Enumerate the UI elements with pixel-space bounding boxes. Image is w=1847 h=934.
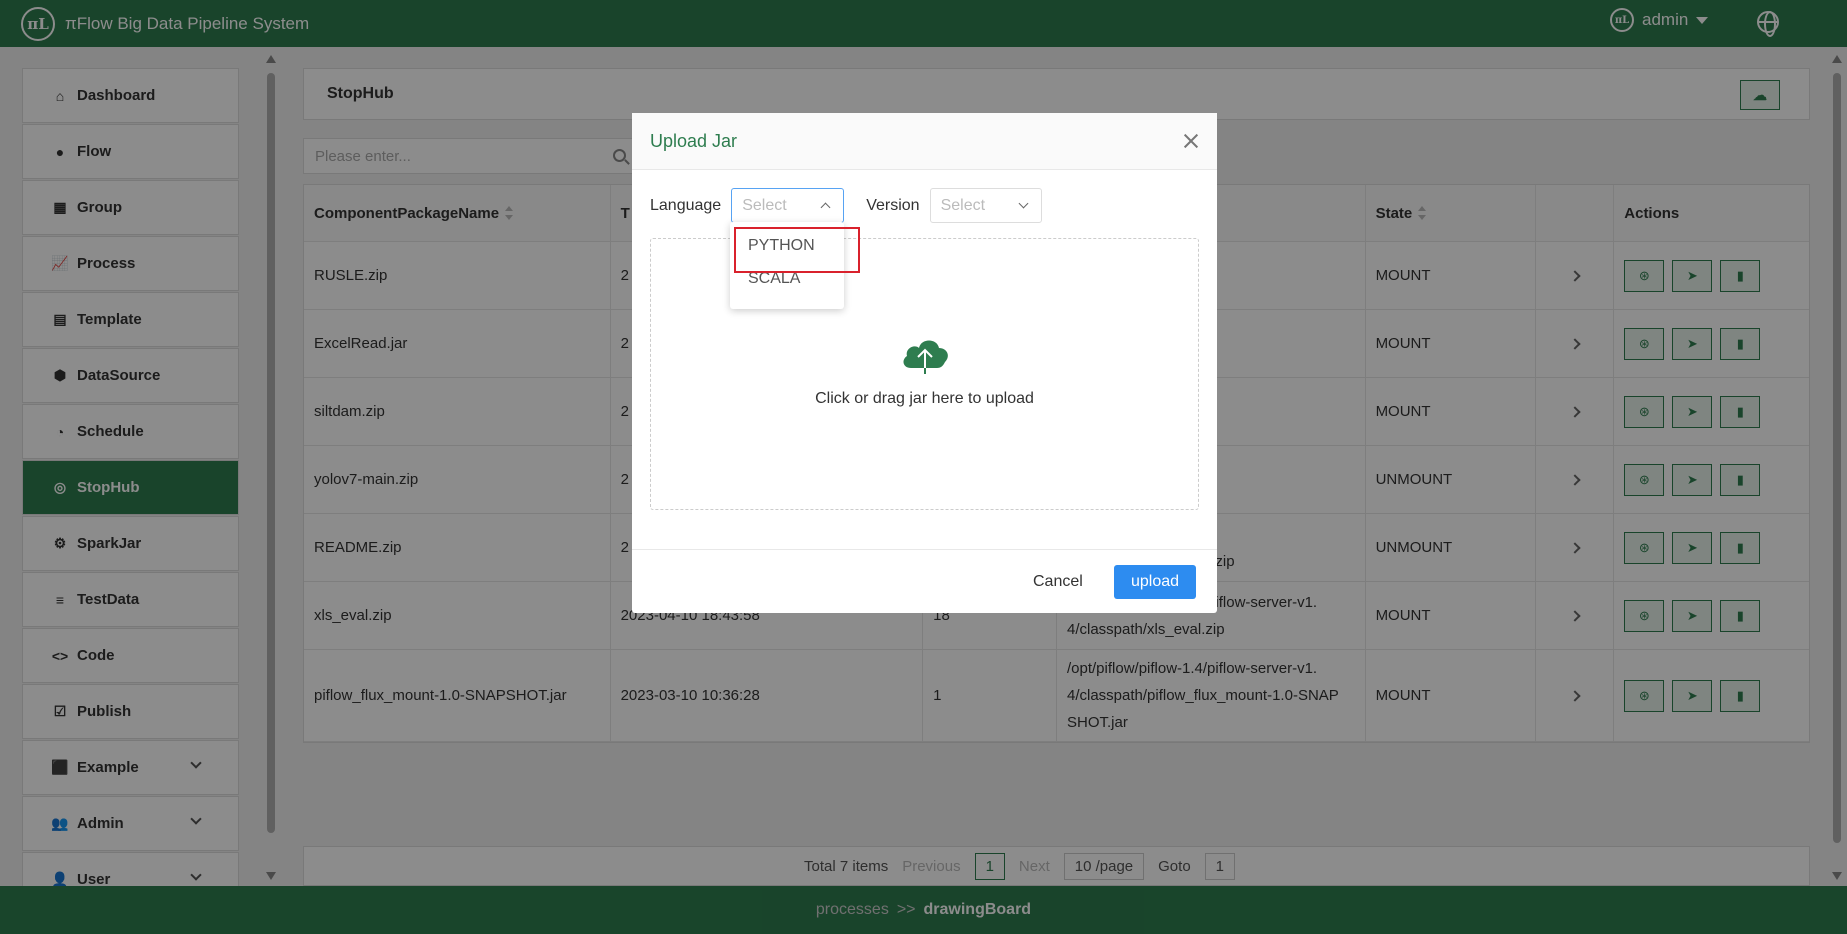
- language-placeholder: Select: [742, 196, 787, 214]
- language-label: Language: [650, 196, 722, 214]
- close-icon[interactable]: [1183, 133, 1199, 149]
- chevron-up-icon: [820, 202, 831, 213]
- chevron-down-icon: [1018, 198, 1029, 209]
- modal-title: Upload Jar: [650, 130, 738, 151]
- cloud-upload-icon: [903, 340, 948, 374]
- form-row: Language Select Version Select: [650, 188, 1042, 223]
- upload-jar-modal: Upload Jar Language Select Version Selec…: [632, 113, 1217, 613]
- version-select[interactable]: Select: [929, 188, 1042, 223]
- highlight-box: [734, 227, 860, 273]
- upload-hint: Click or drag jar here to upload: [815, 390, 1034, 407]
- upload-button[interactable]: upload: [1114, 565, 1196, 599]
- modal-header: Upload Jar: [632, 113, 1217, 170]
- language-select[interactable]: Select: [731, 188, 845, 223]
- version-label: Version: [866, 196, 920, 214]
- modal-footer: Cancel upload: [632, 549, 1217, 613]
- cancel-button[interactable]: Cancel: [1017, 565, 1099, 599]
- version-placeholder: Select: [940, 196, 986, 214]
